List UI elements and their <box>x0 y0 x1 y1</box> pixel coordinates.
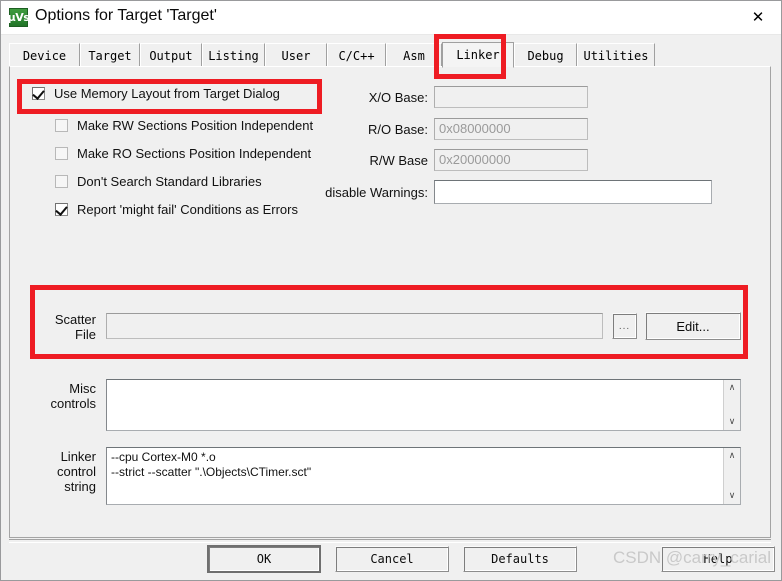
linker-control-string-label-line2: control <box>56 464 96 479</box>
linker-control-string-textarea[interactable]: --cpu Cortex-M0 *.o --strict --scatter "… <box>106 447 741 505</box>
tab-debug[interactable]: Debug <box>514 43 577 67</box>
misc-controls-label: Misc controls <box>18 381 96 411</box>
misc-controls-label-line1: Misc <box>69 381 96 396</box>
checkbox-report-might-fail-as-errors-box[interactable] <box>55 203 68 216</box>
checkbox-make-rw-position-independent-box[interactable] <box>55 119 68 132</box>
ro-base-label: R/O Base: <box>368 122 428 137</box>
rw-base-label: R/W Base <box>369 153 428 168</box>
checkbox-make-ro-position-independent[interactable]: Make RO Sections Position Independent <box>55 146 311 161</box>
tab-target[interactable]: Target <box>80 43 140 67</box>
tab-linker[interactable]: Linker <box>442 42 514 68</box>
linker-control-string-scrollbar[interactable]: ∧ ∨ <box>723 448 740 504</box>
linker-control-string-label: Linker control string <box>18 449 96 494</box>
misc-controls-value <box>107 380 723 430</box>
keil-uvision-icon: µVs <box>7 8 30 27</box>
chevron-up-icon[interactable]: ∧ <box>724 448 740 464</box>
linker-tab-page: Use Memory Layout from Target Dialog Mak… <box>9 66 771 538</box>
checkbox-make-ro-position-independent-box[interactable] <box>55 147 68 160</box>
linker-control-string-label-line1: Linker <box>60 449 96 464</box>
tab-device[interactable]: Device <box>9 43 80 67</box>
csdn-watermark: CSDN @carry_carial <box>613 548 772 567</box>
ok-button[interactable]: OK <box>207 545 321 573</box>
checkbox-dont-search-standard-libraries-box[interactable] <box>55 175 68 188</box>
checkbox-make-rw-position-independent-label: Make RW Sections Position Independent <box>77 118 314 133</box>
options-for-target-dialog: µVs Options for Target 'Target' ✕ Device… <box>0 0 782 581</box>
window-title: Options for Target 'Target' <box>35 7 217 24</box>
ro-base-input[interactable]: 0x08000000 <box>434 118 588 140</box>
tab-utilities[interactable]: Utilities <box>577 43 655 67</box>
cancel-button[interactable]: Cancel <box>335 546 449 572</box>
disable-warnings-label: disable Warnings: <box>325 185 428 200</box>
checkbox-make-rw-position-independent[interactable]: Make RW Sections Position Independent <box>55 118 313 133</box>
misc-controls-scrollbar[interactable]: ∧ ∨ <box>723 380 740 430</box>
linker-control-string-value: --cpu Cortex-M0 *.o --strict --scatter "… <box>111 450 312 479</box>
misc-controls-label-line2: controls <box>50 396 96 411</box>
scatter-file-label-line1: Scatter <box>54 312 96 327</box>
chevron-down-icon[interactable]: ∨ <box>724 414 740 430</box>
checkbox-report-might-fail-as-errors[interactable]: Report 'might fail' Conditions as Errors <box>55 202 298 217</box>
scatter-file-browse-label: ... <box>618 320 631 332</box>
checkbox-use-memory-layout-box[interactable] <box>32 87 45 100</box>
disable-warnings-input[interactable] <box>434 180 712 204</box>
checkbox-report-might-fail-as-errors-label: Report 'might fail' Conditions as Errors <box>77 202 298 217</box>
tab-cpp[interactable]: C/C++ <box>327 43 386 67</box>
close-icon[interactable]: ✕ <box>735 1 781 33</box>
chevron-down-icon[interactable]: ∨ <box>724 488 740 504</box>
checkbox-dont-search-standard-libraries[interactable]: Don't Search Standard Libraries <box>55 174 262 189</box>
scatter-file-label-line2: File <box>75 327 96 342</box>
xo-base-label: X/O Base: <box>368 90 428 105</box>
checkbox-use-memory-layout[interactable]: Use Memory Layout from Target Dialog <box>32 86 280 101</box>
tab-listing[interactable]: Listing <box>202 43 265 67</box>
scatter-file-browse-button[interactable]: ... <box>612 313 637 339</box>
rw-base-input[interactable]: 0x20000000 <box>434 149 588 171</box>
title-bar: µVs Options for Target 'Target' ✕ <box>1 1 781 35</box>
xo-base-input[interactable] <box>434 86 588 108</box>
checkbox-use-memory-layout-label: Use Memory Layout from Target Dialog <box>54 86 280 101</box>
checkbox-make-ro-position-independent-label: Make RO Sections Position Independent <box>77 146 312 161</box>
tab-output[interactable]: Output <box>140 43 202 67</box>
linker-control-string-label-line3: string <box>64 479 96 494</box>
misc-controls-textarea[interactable]: ∧ ∨ <box>106 379 741 431</box>
scatter-file-input[interactable] <box>106 313 603 339</box>
tab-strip: Device Target Output Listing User C/C++ … <box>9 42 771 68</box>
scatter-file-label: Scatter File <box>18 312 96 342</box>
keil-uvision-icon-glyph: µVs <box>7 11 30 24</box>
footer-separator <box>9 539 771 543</box>
tab-asm[interactable]: Asm <box>386 43 442 67</box>
scatter-file-edit-button[interactable]: Edit... <box>645 312 741 340</box>
checkbox-dont-search-standard-libraries-label: Don't Search Standard Libraries <box>77 174 262 189</box>
defaults-button[interactable]: Defaults <box>463 546 577 572</box>
chevron-up-icon[interactable]: ∧ <box>724 380 740 396</box>
tab-user[interactable]: User <box>265 43 327 67</box>
